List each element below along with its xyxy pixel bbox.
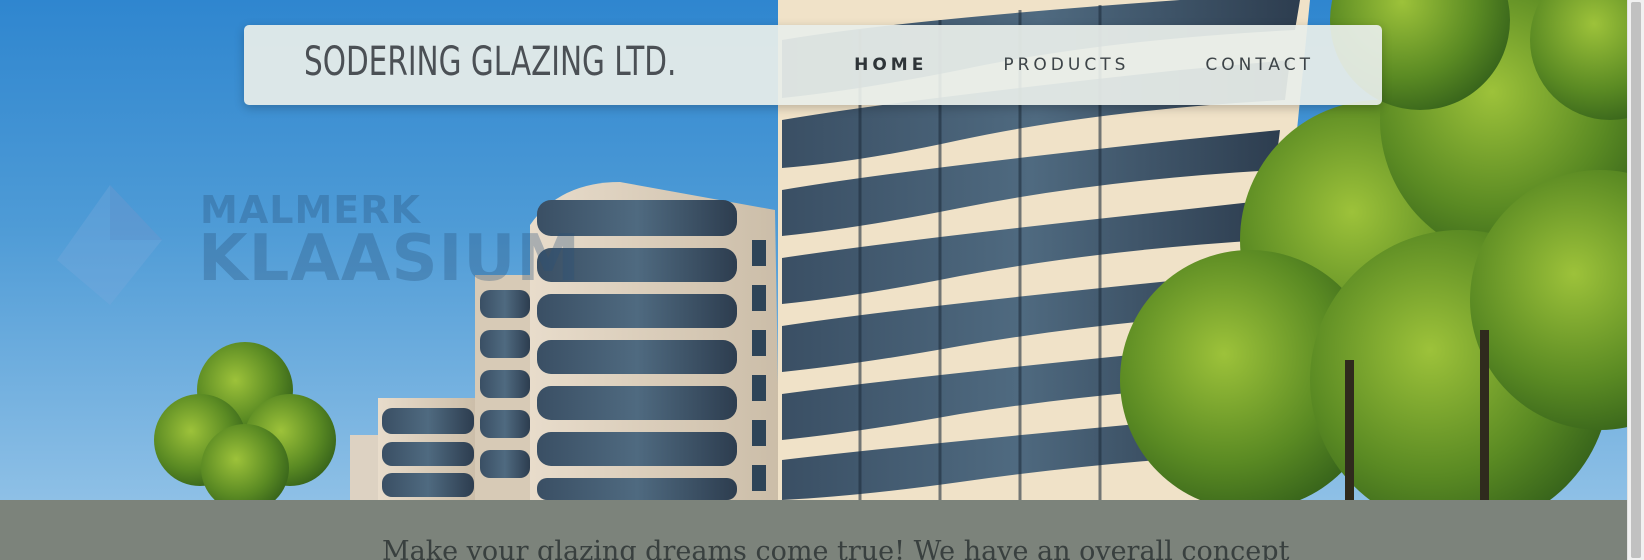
navbar: SODERING GLAZING LTD. HOME PRODUCTS CONT…: [244, 25, 1382, 105]
vertical-scrollbar[interactable]: [1627, 0, 1644, 560]
page: MALMERK KLAASIUM SODERING GLAZING LTD. H…: [0, 0, 1627, 560]
nav-link-contact[interactable]: CONTACT: [1205, 55, 1314, 75]
tree-left: [154, 342, 336, 500]
watermark-text-bottom: KLAASIUM: [198, 222, 581, 296]
intro-tagline: Make your glazing dreams come true! We h…: [382, 536, 1290, 560]
watermark: MALMERK KLAASIUM: [52, 180, 580, 320]
nav-link-home[interactable]: HOME: [854, 55, 927, 75]
nav-menu: HOME PRODUCTS CONTACT: [778, 25, 1314, 105]
nav-link-products[interactable]: PRODUCTS: [1003, 55, 1129, 75]
watermark-logo-icon: [57, 185, 162, 305]
brand-logo-text[interactable]: SODERING GLAZING LTD.: [304, 39, 676, 85]
building-small: [350, 398, 478, 500]
scrollbar-thumb[interactable]: [1631, 2, 1641, 558]
